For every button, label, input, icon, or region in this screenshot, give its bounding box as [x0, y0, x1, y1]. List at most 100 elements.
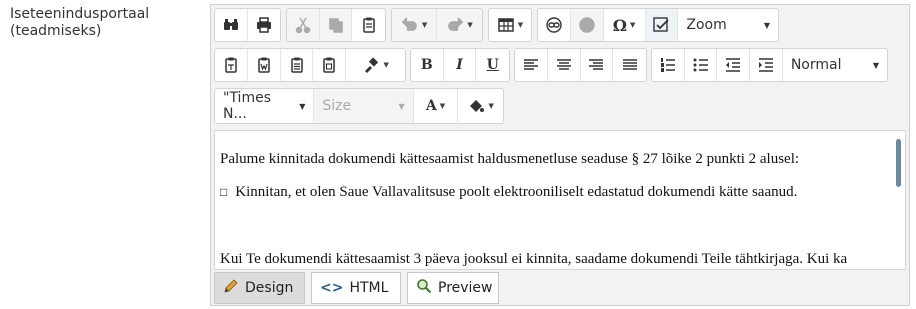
toolbar-group-alignment — [514, 48, 647, 82]
bulleted-list-button[interactable] — [685, 49, 718, 81]
checkbox-label: Kinnitan, et olen Saue Vallavalitsuse po… — [235, 184, 798, 200]
bold-button[interactable]: B — [411, 49, 444, 81]
link-icon — [546, 17, 562, 33]
bulleted-list-icon — [693, 58, 708, 72]
pencil-icon — [223, 278, 239, 298]
redo-icon — [448, 17, 464, 31]
redo-button[interactable]: ▼ — [437, 9, 482, 41]
insert-table-button[interactable]: ▼ — [489, 9, 531, 41]
chevron-down-icon: ▼ — [872, 60, 879, 70]
paragraph-format-value: Normal — [790, 57, 842, 73]
paint-bucket-icon — [470, 100, 485, 112]
background-color-button[interactable]: ▼ — [458, 89, 503, 123]
chevron-down-icon: ▼ — [383, 61, 389, 69]
content-paragraph-1: Palume kinnitada dokumendi kättesaamist … — [220, 151, 800, 167]
editor-content-area[interactable]: Palume kinnitada dokumendi kättesaamist … — [214, 130, 906, 270]
zoom-value: Zoom — [686, 17, 727, 33]
chevron-down-icon: ▼ — [630, 21, 636, 29]
toolbar-group-text-style: B I U — [410, 48, 510, 82]
spellcheck-icon — [653, 17, 670, 32]
align-center-icon — [556, 59, 571, 70]
toolbar-group-find-print — [214, 8, 281, 42]
design-mode-button[interactable]: Design — [214, 272, 305, 304]
toolbar-group-clipboard — [286, 8, 386, 42]
paste-html-button[interactable] — [281, 49, 314, 81]
zoom-dropdown[interactable]: Zoom ▼ — [678, 9, 778, 41]
special-character-button[interactable]: Ω ▼ — [604, 9, 646, 41]
spellcheck-button[interactable] — [645, 9, 679, 41]
font-name-dropdown[interactable]: "Times N... ▼ — [215, 89, 315, 123]
italic-button[interactable]: I — [444, 49, 477, 81]
paintbrush-icon — [365, 57, 379, 73]
paste-plain-text-button[interactable] — [215, 49, 248, 81]
print-button[interactable] — [248, 9, 281, 41]
toolbar-group-history: ▼ ▼ — [391, 8, 483, 42]
font-name-value: "Times N... — [223, 90, 271, 122]
outdent-icon — [726, 58, 741, 72]
underline-button[interactable]: U — [476, 49, 509, 81]
toolbar-group-insert: Ω ▼ Zoom ▼ — [537, 8, 779, 42]
copy-button[interactable] — [319, 9, 353, 41]
ordered-list-button[interactable] — [652, 49, 685, 81]
content-paragraph-2: □ Kinnitan, et olen Saue Vallavalitsuse p… — [220, 184, 797, 201]
checkbox-icon[interactable]: □ — [220, 185, 227, 199]
magnifier-icon — [416, 278, 432, 298]
scrollbar-thumb[interactable] — [896, 139, 901, 187]
preview-mode-label: Preview — [438, 280, 493, 296]
indent-button[interactable] — [750, 49, 783, 81]
paste-button[interactable] — [352, 9, 385, 41]
html-mode-button[interactable]: <> HTML — [311, 272, 401, 304]
chevron-down-icon: ▼ — [517, 21, 524, 29]
binoculars-icon — [223, 19, 238, 30]
font-color-icon: A — [425, 98, 437, 114]
chevron-down-icon: ▼ — [398, 101, 405, 111]
table-icon — [498, 18, 514, 32]
field-label: Iseteenindusportaal (teadmiseks) — [10, 6, 150, 39]
remove-link-button[interactable] — [570, 9, 604, 41]
find-button[interactable] — [215, 9, 248, 41]
toolbar-group-font: "Times N... ▼ Size ▼ A ▼ ▼ — [214, 88, 504, 124]
paragraph-format-dropdown[interactable]: Normal ▼ — [783, 49, 887, 81]
rich-text-editor: ▼ ▼ ▼ Ω ▼ Zoom ▼ ▼ B I U Normal ▼ "Times… — [210, 4, 910, 306]
align-left-button[interactable] — [515, 49, 548, 81]
scissors-icon — [295, 17, 311, 34]
underline-icon: U — [486, 57, 499, 73]
html-mode-label: HTML — [349, 280, 389, 296]
align-right-button[interactable] — [581, 49, 614, 81]
toolbar-group-table: ▼ — [488, 8, 532, 42]
undo-icon — [401, 17, 417, 31]
content-paragraph-3: Kui Te dokumendi kättesaamist 3 päeva jo… — [220, 251, 848, 267]
format-painter-button[interactable]: ▼ — [346, 49, 405, 81]
design-mode-label: Design — [245, 280, 294, 296]
paste-from-word-button[interactable] — [248, 49, 281, 81]
font-size-value: Size — [322, 98, 352, 114]
chevron-down-icon: ▼ — [763, 20, 771, 30]
printer-icon — [256, 17, 271, 33]
preview-mode-button[interactable]: Preview — [407, 272, 499, 304]
paste-clean-icon — [323, 57, 336, 73]
font-size-dropdown[interactable]: Size ▼ — [314, 89, 414, 123]
italic-icon: I — [456, 57, 463, 73]
chevron-down-icon: ▼ — [421, 21, 428, 29]
ordered-list-icon — [660, 58, 675, 72]
paste-clean-button[interactable] — [313, 49, 347, 81]
insert-link-button[interactable] — [538, 9, 571, 41]
chevron-down-icon: ▼ — [439, 102, 446, 110]
omega-icon: Ω — [612, 15, 628, 35]
outdent-button[interactable] — [717, 49, 751, 81]
align-left-icon — [523, 59, 538, 70]
unlink-icon — [579, 17, 595, 33]
font-color-button[interactable]: A ▼ — [414, 89, 459, 123]
align-center-button[interactable] — [548, 49, 581, 81]
paste-html-icon — [290, 57, 303, 73]
copy-icon — [328, 18, 343, 33]
paste-text-icon — [225, 57, 237, 73]
chevron-down-icon: ▼ — [299, 101, 306, 111]
cut-button[interactable] — [287, 9, 320, 41]
chevron-down-icon: ▼ — [488, 102, 494, 110]
align-justify-button[interactable] — [613, 49, 646, 81]
chevron-down-icon: ▼ — [467, 21, 473, 29]
code-icon: <> — [320, 280, 344, 296]
align-right-icon — [589, 59, 604, 70]
undo-button[interactable]: ▼ — [392, 9, 438, 41]
